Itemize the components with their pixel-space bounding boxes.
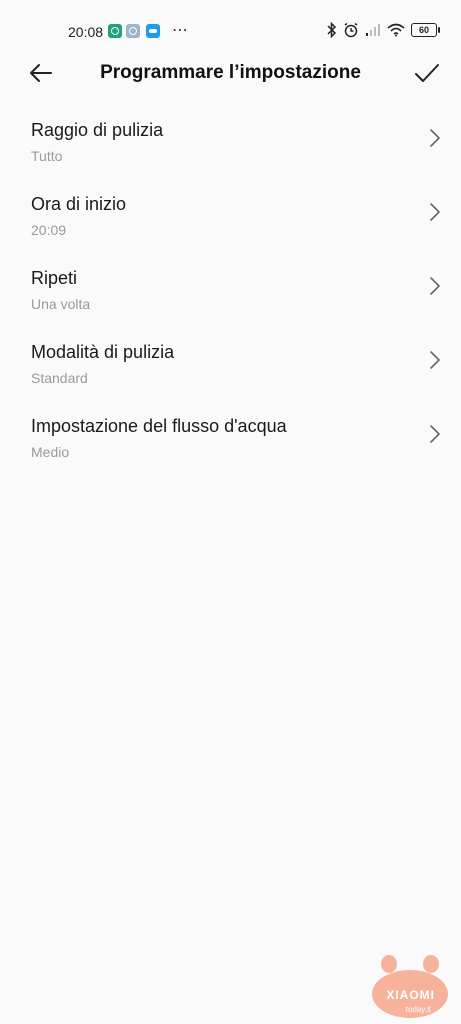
signal-icon [365,23,381,37]
status-icons: 60 [327,22,440,38]
chevron-right-icon [430,203,440,221]
setting-value: Tutto [31,148,63,164]
wifi-icon [387,23,405,37]
status-time: 20:08 [68,24,104,40]
setting-label: Raggio di pulizia [31,120,164,140]
setting-value: 20:09 [31,222,67,238]
battery-icon: 60 [411,23,440,37]
chevron-right-icon [430,129,440,147]
setting-value: Medio [31,444,70,460]
bluetooth-icon [327,22,337,38]
setting-value: Standard [31,370,88,386]
header: Programmare l’impostazione [0,58,461,92]
chevron-right-icon [430,351,440,369]
setting-start-time[interactable]: Ora di inizio 20:09 [0,184,461,258]
page-title: Programmare l’impostazione [100,62,361,83]
confirm-button[interactable] [413,60,441,88]
app-gray-icon [126,24,140,38]
alarm-icon [343,22,359,38]
more-notifications-icon: ⋯ [172,22,189,39]
setting-label: Ripeti [31,268,78,288]
watermark-site: today.it [405,1005,431,1014]
setting-value: Una volta [31,296,91,312]
setting-cleaning-mode[interactable]: Modalità di pulizia Standard [0,332,461,406]
setting-label: Modalità di pulizia [31,342,175,362]
twitter-icon [146,24,160,38]
xiaomi-today-watermark-logo: XIAOMI today.it [367,954,453,1018]
setting-water-flow[interactable]: Impostazione del flusso d'acqua Medio [0,406,461,480]
watermark-brand: XIAOMI [386,988,435,1002]
app-green-icon [108,24,122,38]
check-icon [415,64,439,82]
setting-repeat[interactable]: Ripeti Una volta [0,258,461,332]
chevron-right-icon [430,277,440,295]
setting-label: Ora di inizio [31,194,127,214]
setting-cleaning-range[interactable]: Raggio di pulizia Tutto [0,110,461,184]
settings-list: Raggio di pulizia Tutto Ora di inizio 20… [0,110,461,480]
chevron-right-icon [430,425,440,443]
setting-label: Impostazione del flusso d'acqua [31,416,287,436]
status-bar: 20:08 ⋯ 60 [0,0,461,62]
